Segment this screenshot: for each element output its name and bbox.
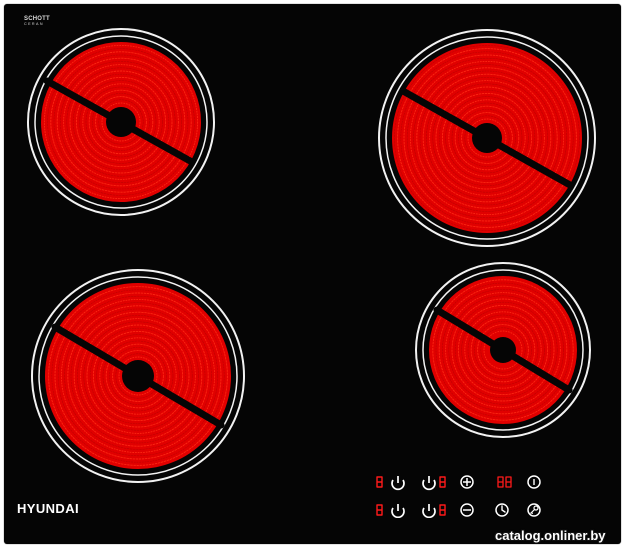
rear-right-zone xyxy=(378,29,596,247)
front-right-level-display xyxy=(439,504,446,516)
rear-right-power-button[interactable] xyxy=(422,476,436,491)
front-right-power-button[interactable] xyxy=(422,504,436,518)
rear-left-zone xyxy=(27,28,215,216)
front-left-zone-center xyxy=(122,360,154,392)
schott-ceran-logo: SCHOTT CERAN xyxy=(24,16,54,40)
front-right-zone xyxy=(415,262,591,438)
front-left-power-button[interactable] xyxy=(391,504,405,518)
increase-button[interactable] xyxy=(460,475,474,489)
front-left-zone xyxy=(31,269,245,483)
rear-left-zone-center xyxy=(106,107,136,137)
timer-display xyxy=(497,476,512,488)
front-left-level-display xyxy=(376,504,383,516)
rear-right-zone-center xyxy=(472,123,502,153)
timer-button[interactable] xyxy=(495,503,509,517)
info-button[interactable] xyxy=(527,475,541,489)
rear-left-level-display xyxy=(376,476,383,488)
cooktop-photo: SCHOTT CERAN HYUNDAI catalog.onliner.by xyxy=(0,0,625,550)
front-right-zone-center xyxy=(490,337,516,363)
lock-button[interactable] xyxy=(527,503,541,517)
touch-control-icons xyxy=(376,475,541,518)
rear-right-level-display xyxy=(439,476,446,488)
burner-layer xyxy=(27,28,596,483)
watermark-text: catalog.onliner.by xyxy=(495,528,606,543)
schott-logo-sub: CERAN xyxy=(24,22,44,26)
decrease-button[interactable] xyxy=(460,503,474,517)
touch-control-panel xyxy=(374,474,559,518)
glass-ceramic-hob: SCHOTT CERAN HYUNDAI xyxy=(4,4,621,544)
brand-logo: HYUNDAI xyxy=(17,501,80,516)
rear-left-power-button[interactable] xyxy=(391,476,405,491)
